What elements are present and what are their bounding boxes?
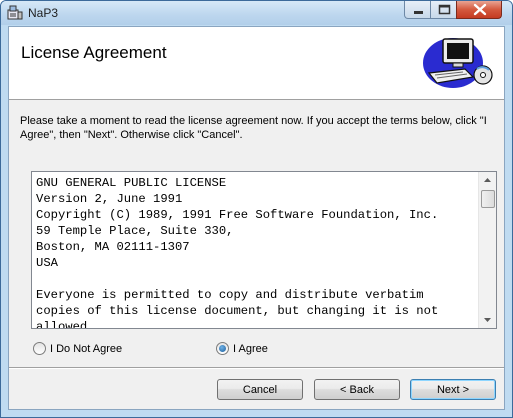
license-line: Version 2, June 1991 xyxy=(36,192,183,206)
disagree-option[interactable]: I Do Not Agree xyxy=(33,342,122,355)
header-panel: License Agreement xyxy=(9,27,504,100)
license-line: Everyone is permitted to copy and distri… xyxy=(36,288,424,302)
agree-option[interactable]: I Agree xyxy=(216,342,268,355)
license-line: allowed. xyxy=(36,320,95,329)
installer-window: NaP3 License Agreement Please take a mom… xyxy=(0,0,513,418)
license-line: Boston, MA 02111-1307 xyxy=(36,240,190,254)
close-button[interactable] xyxy=(456,1,502,19)
cancel-button[interactable]: Cancel xyxy=(217,379,303,400)
dialog-client-area: License Agreement Please take a moment t… xyxy=(8,26,505,410)
vertical-scrollbar[interactable] xyxy=(478,172,496,328)
disagree-label: I Do Not Agree xyxy=(50,342,123,355)
scroll-down-icon[interactable] xyxy=(479,311,496,328)
scroll-up-icon[interactable] xyxy=(479,172,496,189)
back-button[interactable]: < Back xyxy=(314,379,400,400)
window-title: NaP3 xyxy=(28,6,59,20)
license-line: copies of this license document, but cha… xyxy=(36,304,439,318)
license-text-box[interactable]: GNU GENERAL PUBLIC LICENSE Version 2, Jun… xyxy=(31,171,497,329)
agree-label: I Agree xyxy=(233,342,268,355)
maximize-button[interactable] xyxy=(430,1,457,19)
license-line: Copyright (C) 1989, 1991 Free Software F… xyxy=(36,208,439,222)
disagree-radio[interactable] xyxy=(33,342,46,355)
scroll-thumb[interactable] xyxy=(481,190,495,208)
maximize-icon xyxy=(438,4,451,15)
minimize-button[interactable] xyxy=(404,1,431,19)
title-bar[interactable]: NaP3 xyxy=(1,1,512,25)
instructions-text: Please take a moment to read the license… xyxy=(20,115,487,141)
button-separator xyxy=(9,367,504,369)
agree-radio[interactable] xyxy=(216,342,229,355)
page-title: License Agreement xyxy=(21,43,167,62)
license-text: GNU GENERAL PUBLIC LICENSE Version 2, Jun… xyxy=(36,175,476,329)
close-icon xyxy=(473,3,487,16)
computer-setup-icon xyxy=(423,38,493,88)
installer-icon xyxy=(7,5,23,20)
minimize-icon xyxy=(414,11,423,14)
license-line: GNU GENERAL PUBLIC LICENSE xyxy=(36,176,227,190)
license-line xyxy=(36,271,476,287)
license-line: 59 Temple Place, Suite 330, xyxy=(36,224,234,238)
license-line: USA xyxy=(36,256,58,270)
next-button[interactable]: Next > xyxy=(410,379,496,400)
